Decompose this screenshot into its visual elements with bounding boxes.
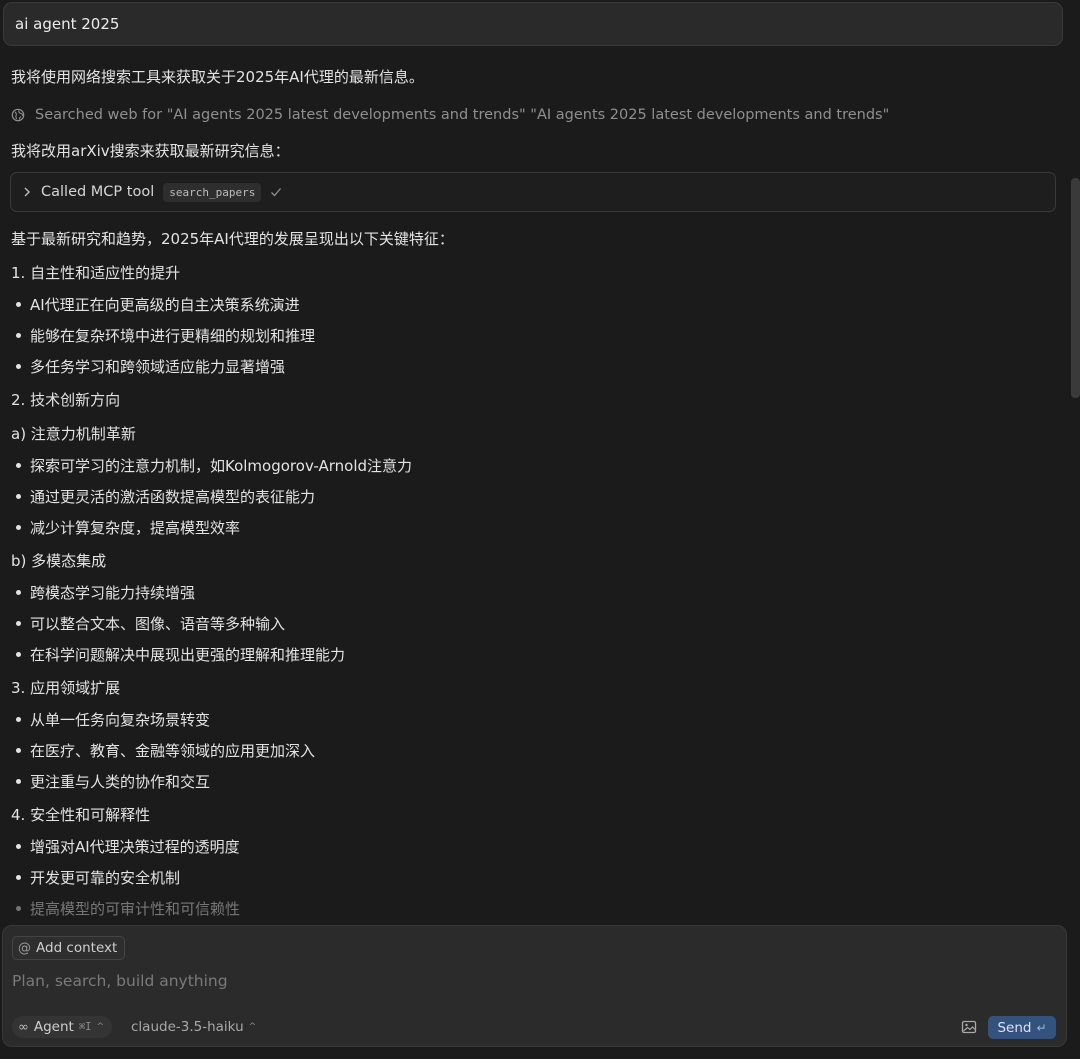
bullet-item: 跨模态学习能力持续增强 [11,578,1061,609]
scrollbar-thumb[interactable] [1071,178,1080,398]
bullet-dot-icon [16,620,21,626]
user-query-text: ai agent 2025 [15,15,120,33]
globe-icon [11,108,25,122]
bullet-text: 减少计算复杂度，提高模型效率 [30,519,241,537]
bullet-text: 可以整合文本、图像、语音等多种输入 [30,615,286,633]
bullet-dot-icon [16,589,21,595]
bullet-item: 减少计算复杂度，提高模型效率 [11,513,1061,544]
bullet-item: 增强对AI代理决策过程的透明度 [11,832,1061,863]
section-heading: b) 多模态集成 [11,552,107,570]
model-chevron-up-icon: ^ [248,1022,257,1032]
bullet-text: 更注重与人类的协作和交互 [30,773,211,791]
user-query-bubble[interactable]: ai agent 2025 [3,2,1063,46]
send-button[interactable]: Send ↵ [988,1016,1056,1039]
prompt-input[interactable] [12,968,912,994]
enter-key-icon: ↵ [1036,1020,1047,1035]
bullet-dot-icon [16,301,21,307]
bullet-dot-icon [16,332,21,338]
bullet-dot-icon [16,747,21,753]
agent-mode-shortcut: ⌘I [78,1021,92,1033]
bullet-text: 在医疗、教育、金融等领域的应用更加深入 [30,742,316,760]
model-label: claude-3.5-haiku [131,1019,244,1035]
send-label: Send [997,1019,1032,1036]
add-context-button[interactable]: @ Add context [12,936,126,960]
bullet-item: 从单一任务向复杂场景转变 [11,705,1061,736]
bullet-dot-icon [16,905,21,911]
bullet-item: 能够在复杂环境中进行更精细的规划和推理 [11,321,1061,352]
bullet-text: 在科学问题解决中展现出更强的理解和推理能力 [30,646,346,664]
chat-window: ai agent 2025 我将使用网络搜索工具来获取关于2025年AI代理的最… [0,0,1080,1059]
at-icon: @ [18,940,31,956]
chevron-up-icon: ^ [96,1022,105,1032]
bullet-item: AI代理正在向更高级的自主决策系统演进 [11,290,1061,321]
web-search-status: Searched web for "AI agents 2025 latest … [11,94,1061,136]
response-sections: 1. 自主性和适应性的提升 AI代理正在向更高级的自主决策系统演进 能够在复杂环境中… [11,256,1061,925]
composer: @ Add context ∞ Agent ⌘I ^ claude-3.5-ha… [2,925,1067,1047]
bullet-dot-icon [16,524,21,530]
bullet-text: 跨模态学习能力持续增强 [30,584,196,602]
bullet-item: 提高模型的可审计性和可信赖性 [11,894,1061,925]
bullet-item: 通过更灵活的激活函数提高模型的表征能力 [11,482,1061,513]
bullet-item: 多任务学习和跨领域适应能力显著增强 [11,352,1061,383]
summary-intro: 基于最新研究和趋势，2025年AI代理的发展呈现出以下关键特征： [11,230,454,248]
bullet-text: 提高模型的可审计性和可信赖性 [30,900,241,918]
mcp-tool-call[interactable]: Called MCP tool search_papers [10,172,1056,212]
bullet-dot-icon [16,493,21,499]
arxiv-text: 我将改用arXiv搜索来获取最新研究信息： [11,142,290,160]
bullet-text: 增强对AI代理决策过程的透明度 [30,838,240,856]
bullet-text: 多任务学习和跨领域适应能力显著增强 [30,358,286,376]
tool-call-label: Called MCP tool [41,184,155,200]
bullet-text: AI代理正在向更高级的自主决策系统演进 [30,296,300,314]
bullet-text: 能够在复杂环境中进行更精细的规划和推理 [30,327,316,345]
add-context-label: Add context [36,940,118,956]
bullet-dot-icon [16,843,21,849]
infinity-icon: ∞ [18,1019,29,1035]
section-heading: 2. 技术创新方向 [11,391,121,409]
bullet-item: 可以整合文本、图像、语音等多种输入 [11,609,1061,640]
bullet-dot-icon [16,462,21,468]
section-heading: 1. 自主性和适应性的提升 [11,264,181,282]
bullet-item: 在医疗、教育、金融等领域的应用更加深入 [11,736,1061,767]
bullet-dot-icon [16,716,21,722]
bullet-text: 通过更灵活的激活函数提高模型的表征能力 [30,488,316,506]
bullet-item: 开发更可靠的安全机制 [11,863,1061,894]
model-selector[interactable]: claude-3.5-haiku ^ [131,1016,256,1038]
bullet-item: 在科学问题解决中展现出更强的理解和推理能力 [11,640,1061,671]
image-upload-icon[interactable] [961,1019,977,1035]
bullet-text: 探索可学习的注意力机制，如Kolmogorov-Arnold注意力 [30,457,413,475]
bullet-dot-icon [16,778,21,784]
check-icon [271,188,282,197]
section-heading: 3. 应用领域扩展 [11,679,121,697]
assistant-response: 我将使用网络搜索工具来获取关于2025年AI代理的最新信息。 Searched … [10,60,1061,925]
section-heading: a) 注意力机制革新 [11,425,136,443]
intro-text: 我将使用网络搜索工具来获取关于2025年AI代理的最新信息。 [11,68,424,86]
bullet-text: 开发更可靠的安全机制 [30,869,181,887]
agent-mode-selector[interactable]: ∞ Agent ⌘I ^ [12,1016,113,1038]
bullet-dot-icon [16,874,21,880]
bullet-item: 探索可学习的注意力机制，如Kolmogorov-Arnold注意力 [11,451,1061,482]
web-search-text: Searched web for "AI agents 2025 latest … [35,107,890,123]
section-heading: 4. 安全性和可解释性 [11,806,151,824]
bullet-dot-icon [16,651,21,657]
bullet-text: 从单一任务向复杂场景转变 [30,711,211,729]
chevron-right-icon[interactable] [21,186,33,198]
bullet-item: 更注重与人类的协作和交互 [11,767,1061,798]
bullet-dot-icon [16,363,21,369]
tool-name-chip: search_papers [163,182,262,202]
agent-mode-label: Agent [33,1019,74,1035]
